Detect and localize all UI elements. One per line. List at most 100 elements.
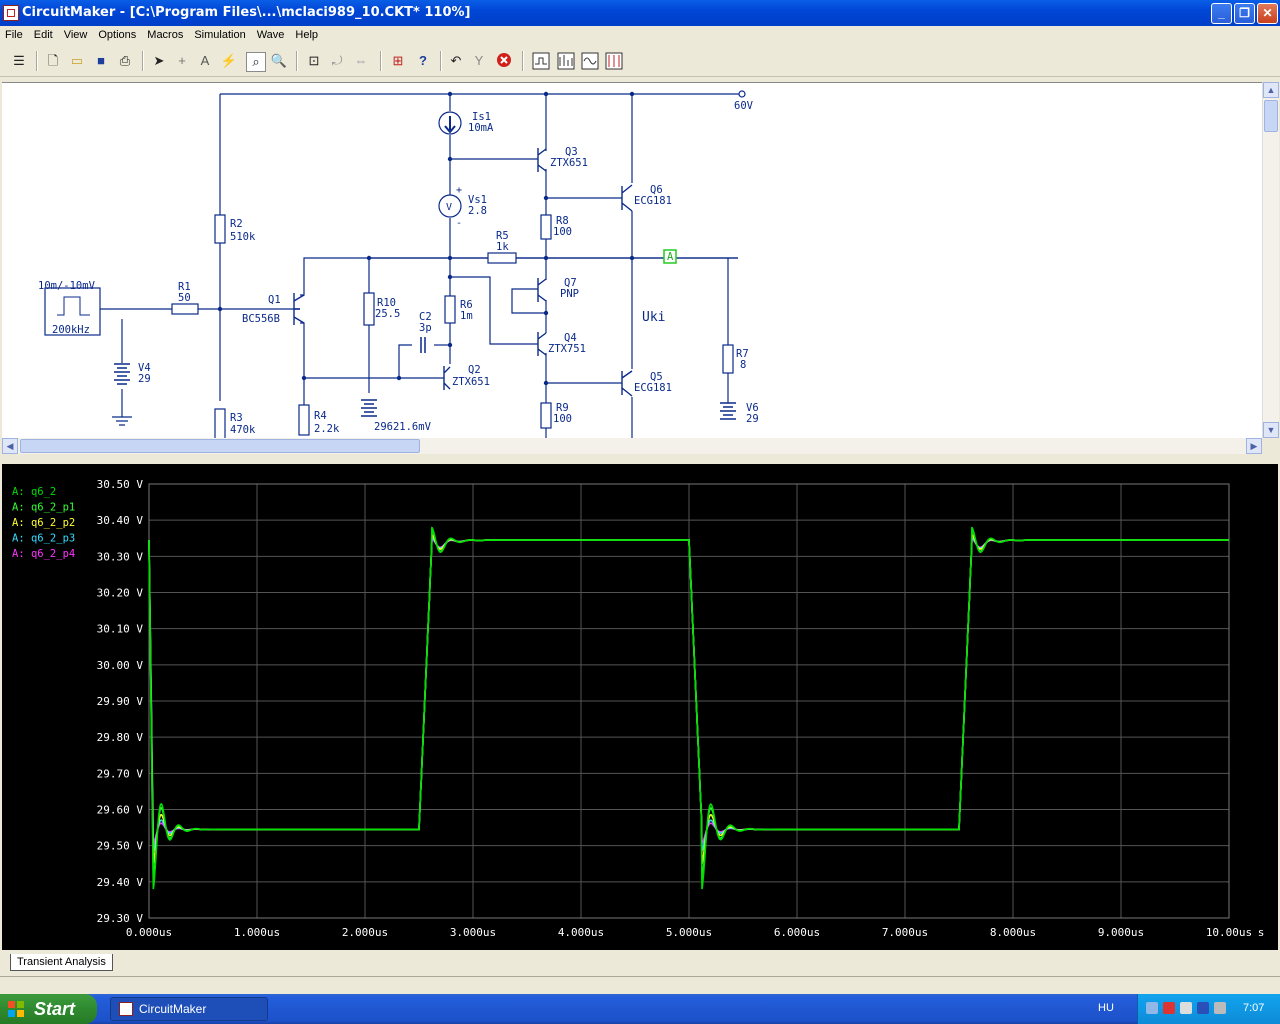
arrow-icon[interactable]: ➤ [150, 52, 168, 70]
y-tick-label: 29.70 V [97, 767, 144, 780]
trace-icon[interactable]: Y [470, 52, 488, 70]
taskbar-item-circuitmaker[interactable]: CircuitMaker [110, 997, 268, 1021]
menu-wave[interactable]: Wave [252, 26, 291, 44]
x-tick-label: 8.000us [990, 926, 1036, 939]
v4-value: 29 [138, 373, 151, 385]
menu-options[interactable]: Options [93, 26, 142, 44]
network-icon[interactable] [1146, 1002, 1158, 1014]
analysis2-icon[interactable] [557, 52, 575, 70]
restore-button[interactable]: ❐ [1234, 3, 1255, 24]
wire-icon[interactable]: + [173, 52, 191, 70]
minimize-button[interactable]: _ [1211, 3, 1232, 24]
y-tick-label: 29.40 V [97, 876, 144, 889]
scroll-down-icon[interactable]: ▼ [1263, 422, 1279, 438]
menu-view[interactable]: View [59, 26, 94, 44]
battery-value: 29621.6mV [374, 421, 432, 433]
y-tick-label: 30.40 V [97, 514, 144, 527]
menu-edit[interactable]: Edit [29, 26, 59, 44]
digital-icon[interactable]: ⊞ [389, 52, 407, 70]
horizontal-scroll-thumb[interactable] [20, 439, 420, 453]
volume-icon[interactable] [1180, 1002, 1192, 1014]
q2-value: ZTX651 [452, 376, 490, 388]
r8-value: 100 [553, 226, 572, 238]
text-icon[interactable]: A [196, 52, 214, 70]
svg-text:-: - [456, 218, 462, 229]
device-icon[interactable] [1214, 1002, 1226, 1014]
legend-entry: A: q6_2_p1 [12, 502, 75, 514]
clock: 7:07 [1243, 1002, 1265, 1014]
rail-label: 60V [734, 100, 754, 112]
fit-icon[interactable]: ⊡ [305, 52, 323, 70]
x-tick-label: 4.000us [558, 926, 604, 939]
schematic-drawing: V + - 60V Is1 10mA Vs1 2.8 Q3 ZTX651 Q6 … [38, 90, 759, 439]
menu-macros[interactable]: Macros [142, 26, 189, 44]
r2-value: 510k [230, 231, 256, 243]
y-tick-label: 29.60 V [97, 804, 144, 817]
waveform-chart: 0.000us 1.000us 2.000us 3.000us 4.000us 5.000… [12, 478, 1264, 939]
menu-file[interactable]: File [0, 26, 29, 44]
save-icon[interactable]: ■ [92, 52, 110, 70]
scroll-right-icon[interactable]: ▶ [1246, 438, 1262, 454]
c2-value: 3p [419, 322, 432, 334]
toolbar: ☰ 🗋 ▭ ■ ⎙ ➤ + A ⚡ ⌕ 🔍 ⊡ ⤾ ⇔ ⊞ ? ↶ Y [0, 46, 1280, 77]
schematic-icon[interactable]: ☰ [10, 52, 28, 70]
analysis4-icon[interactable] [605, 52, 623, 70]
legend-entry: A: q6_2 [12, 486, 56, 498]
y-tick-label: 30.30 V [97, 550, 144, 563]
status-bar [0, 976, 1280, 995]
scroll-up-icon[interactable]: ▲ [1263, 82, 1279, 98]
generator-freq: 200kHz [52, 324, 90, 336]
x-tick-label: 9.000us [1098, 926, 1144, 939]
stop-icon[interactable] [495, 52, 513, 70]
rotate-icon[interactable]: ⤾ [328, 52, 346, 70]
probe-icon[interactable]: ⚡ [220, 52, 238, 70]
y-tick-label: 30.00 V [97, 659, 144, 672]
q4-value: ZTX751 [548, 343, 586, 355]
x-tick-label: 0.000us [126, 926, 172, 939]
r2-name: R2 [230, 218, 243, 230]
r9-value: 100 [553, 413, 572, 425]
vertical-scrollbar[interactable]: ▲ ▼ [1262, 82, 1279, 438]
analysis-tabs: Transient Analysis [0, 952, 1280, 972]
mirror-icon[interactable]: ⇔ [352, 52, 370, 70]
horizontal-scrollbar[interactable]: ◀ ▶ [2, 438, 1262, 454]
zoom-icon[interactable]: 🔍 [270, 52, 288, 70]
bluetooth-icon[interactable] [1197, 1002, 1209, 1014]
new-icon[interactable]: 🗋 [44, 52, 62, 70]
r4-value: 2.2k [314, 423, 340, 435]
undo-icon[interactable]: ↶ [447, 52, 465, 70]
q3-value: ZTX651 [550, 157, 588, 169]
analysis3-icon[interactable] [581, 52, 599, 70]
q6-value: ECG181 [634, 195, 672, 207]
app-icon[interactable] [3, 5, 19, 21]
start-button[interactable]: Start [0, 994, 97, 1024]
analysis1-icon[interactable] [532, 52, 550, 70]
window-title: CircuitMaker - [C:\Program Files\...\mcl… [22, 5, 471, 20]
x-tick-label: 5.000us [666, 926, 712, 939]
help-icon[interactable]: ? [414, 52, 432, 70]
x-tick-label: 7.000us [882, 926, 928, 939]
v6-value: 29 [746, 413, 759, 425]
open-icon[interactable]: ▭ [68, 52, 86, 70]
is1-value: 10mA [468, 122, 494, 134]
q5-value: ECG181 [634, 382, 672, 394]
r6-value: 1m [460, 310, 473, 322]
taskbar: Start CircuitMaker HU 7:07 [0, 994, 1280, 1024]
waveform-viewer[interactable]: 0.000us 1.000us 2.000us 3.000us 4.000us 5.000… [2, 464, 1278, 950]
menu-simulation[interactable]: Simulation [189, 26, 251, 44]
close-button[interactable]: ✕ [1257, 3, 1278, 24]
r5-value: 1k [496, 241, 509, 253]
y-tick-label: 30.50 V [97, 478, 144, 491]
uki-label: Uki [642, 310, 665, 325]
q2-name: Q2 [468, 364, 481, 376]
magnify-icon[interactable]: ⌕ [246, 52, 266, 72]
scroll-left-icon[interactable]: ◀ [2, 438, 18, 454]
menu-help[interactable]: Help [290, 26, 324, 44]
schematic-canvas[interactable]: V + - 60V Is1 10mA Vs1 2.8 Q3 ZTX651 Q6 … [2, 82, 1262, 439]
security-icon[interactable] [1163, 1002, 1175, 1014]
vertical-scroll-thumb[interactable] [1264, 100, 1278, 132]
language-indicator[interactable]: HU [1098, 1002, 1114, 1014]
r10-value: 25.5 [375, 308, 400, 320]
tab-transient-analysis[interactable]: Transient Analysis [10, 954, 113, 971]
print-icon[interactable]: ⎙ [116, 52, 134, 70]
